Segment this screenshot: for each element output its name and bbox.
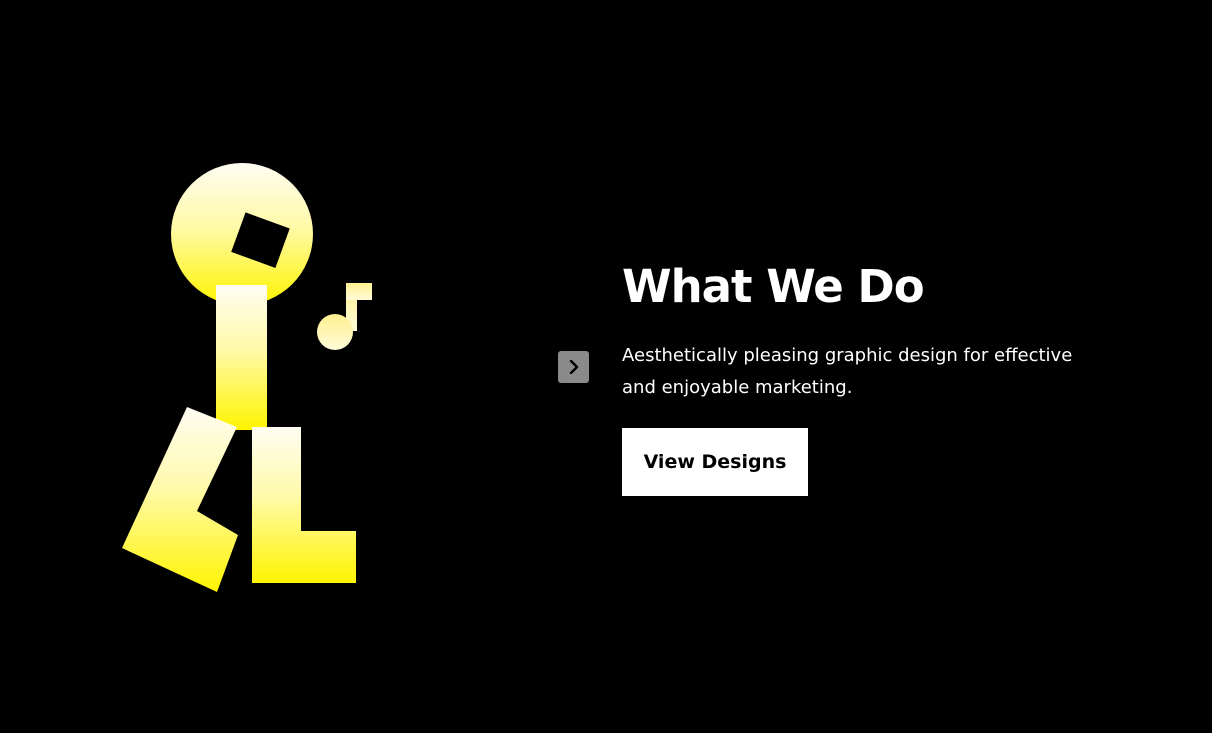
hero-section: What We Do Aesthetically pleasing graphi…: [0, 0, 1212, 733]
hero-description: Aesthetically pleasing graphic design fo…: [622, 345, 1073, 398]
page-title: What We Do: [622, 260, 925, 313]
view-designs-button[interactable]: View Designs: [622, 428, 808, 496]
carousel-next-button[interactable]: [558, 351, 589, 383]
chevron-right-icon: [567, 360, 581, 374]
hero-content: What We Do Aesthetically pleasing graphi…: [622, 252, 1122, 496]
walking-figure-music-note-icon: [110, 155, 390, 605]
